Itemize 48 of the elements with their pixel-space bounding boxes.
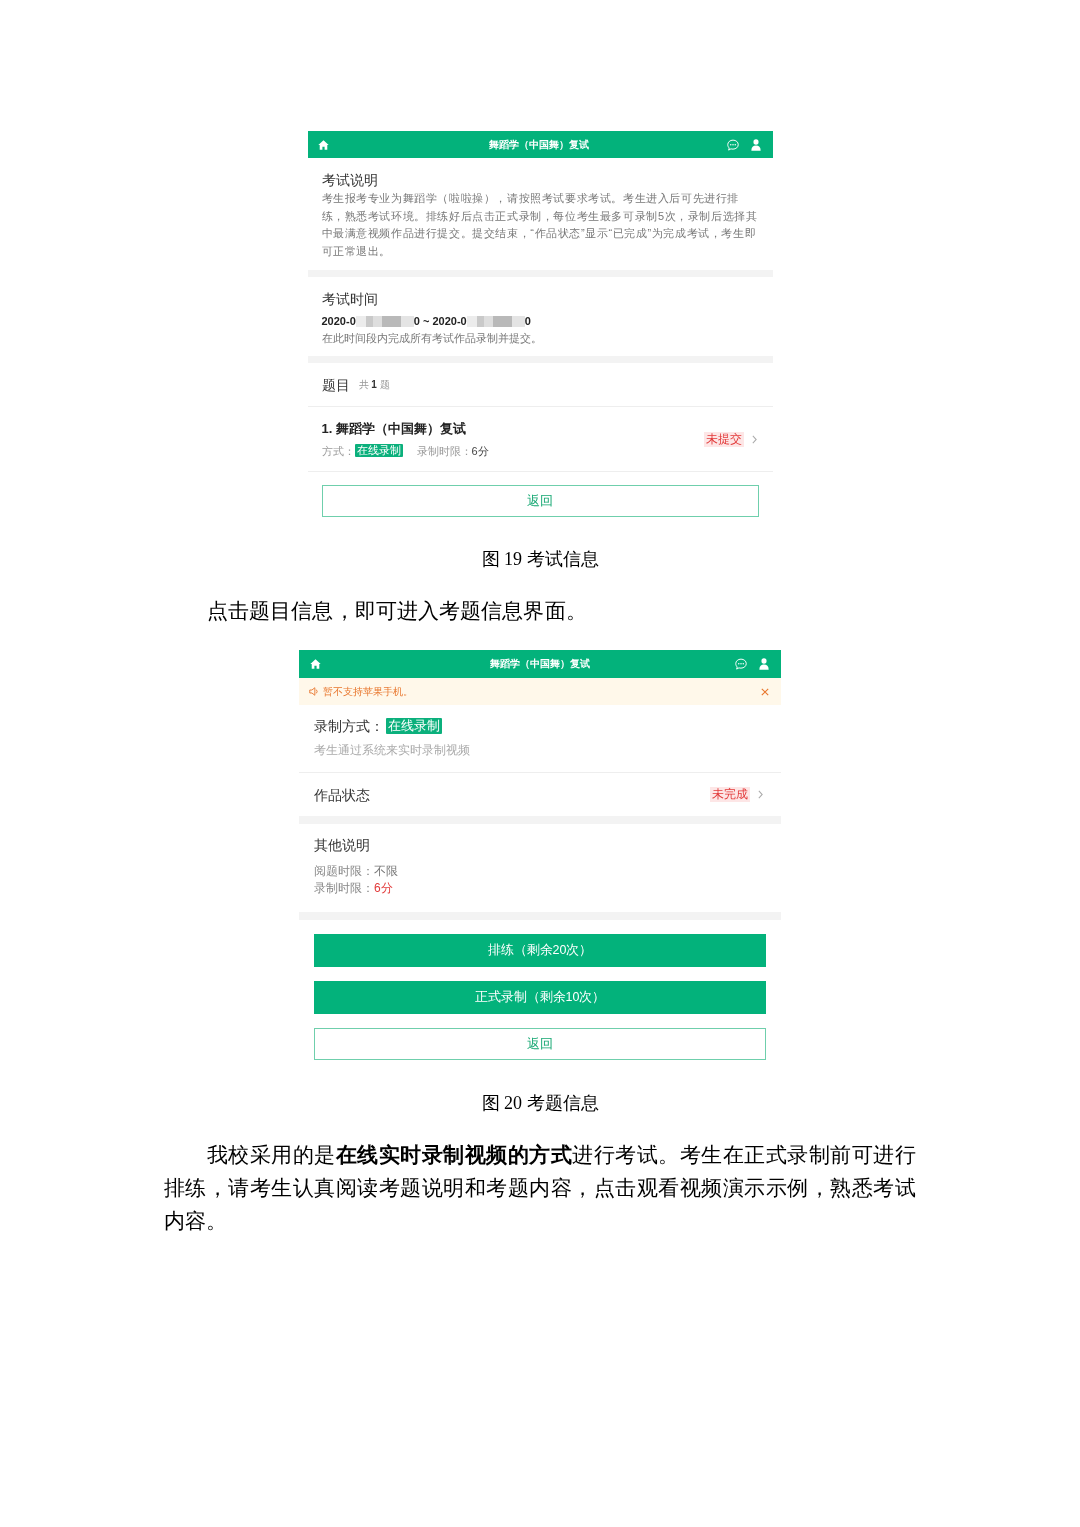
method-tag: 在线录制 [386,718,442,734]
speaker-icon [309,687,319,696]
method-tag: 在线录制 [354,444,403,457]
chat-icon[interactable] [726,138,739,151]
home-icon[interactable] [317,139,329,150]
date-text: 0 ~ 2020-0 [413,313,467,329]
limit-label: 录制时限： [416,443,472,459]
back-button[interactable]: 返回 [321,485,759,517]
info-value: 6分 [374,880,393,895]
section-title: 其他说明 [314,836,371,855]
home-icon[interactable] [310,659,321,669]
limit-value: 6分 [471,443,489,459]
question-title[interactable]: 1. 舞蹈学（中国舞）复试 [321,418,489,439]
chevron-right-icon[interactable] [751,434,757,444]
chat-icon[interactable] [735,658,747,670]
field-label: 录制方式： [314,717,384,736]
time-note: 在此时间段内完成所有考试作品录制并提交。 [321,330,543,346]
header-title: 舞蹈学（中国舞）复试 [489,137,589,152]
date-text: 0 [524,313,531,329]
method-note: 考生通过系统来实时录制视频 [314,742,471,758]
description-text: 考生报考专业为舞蹈学（啦啦操），请按照考试要求考试。考生进入后可先进行排练，熟悉考试环境。排练好后点击正式录制，每位考生最多可录制5次，录制后选择其中最满意视频作品进行提交。提交结束，“作品状态”显示“已完成”为完成考试，考生即可正常退出。 [321,191,759,259]
question-count: 共 1 题 [358,377,390,392]
blurred-redaction [466,315,525,327]
action-button[interactable]: 正式录制（剩余10次） [314,981,766,1014]
section-title: 题目 [321,375,350,395]
info-value: 不限 [374,863,398,878]
body-paragraph: 我校采用的是在线实时录制视频的方式进行考试。考生在正式录制前可进行排练，请考生认真阅读考题说明和考题内容，点击观看视频演示示例，熟悉考试内容。 [164,1141,916,1235]
figure-caption: 图 20 考题信息 [481,1093,599,1113]
close-icon[interactable] [761,687,769,696]
body-paragraph: 点击题目信息，即可进入考题信息界面。 [206,597,588,625]
header-title: 舞蹈学（中国舞）复试 [489,657,590,671]
back-button[interactable]: 返回 [314,1028,766,1060]
chevron-right-icon[interactable] [758,790,763,799]
info-label: 录制时限： [314,880,374,895]
figure-caption: 图 19 考试信息 [481,549,599,569]
date-text: 2020-0 [321,313,356,329]
user-icon[interactable] [759,658,769,670]
status-tag: 未完成 [710,787,750,802]
section-title: 考试说明 [321,171,379,190]
status-tag: 未提交 [703,431,744,447]
section-title: 考试时间 [321,290,379,309]
method-label: 方式： [321,443,355,459]
field-label[interactable]: 作品状态 [314,784,370,805]
user-icon[interactable] [750,138,761,151]
blurred-redaction [355,315,414,327]
info-label: 阅题时限： [314,863,374,878]
action-button[interactable]: 排练（剩余20次） [314,934,766,967]
notice-text: 暂不支持苹果手机。 [323,684,413,699]
